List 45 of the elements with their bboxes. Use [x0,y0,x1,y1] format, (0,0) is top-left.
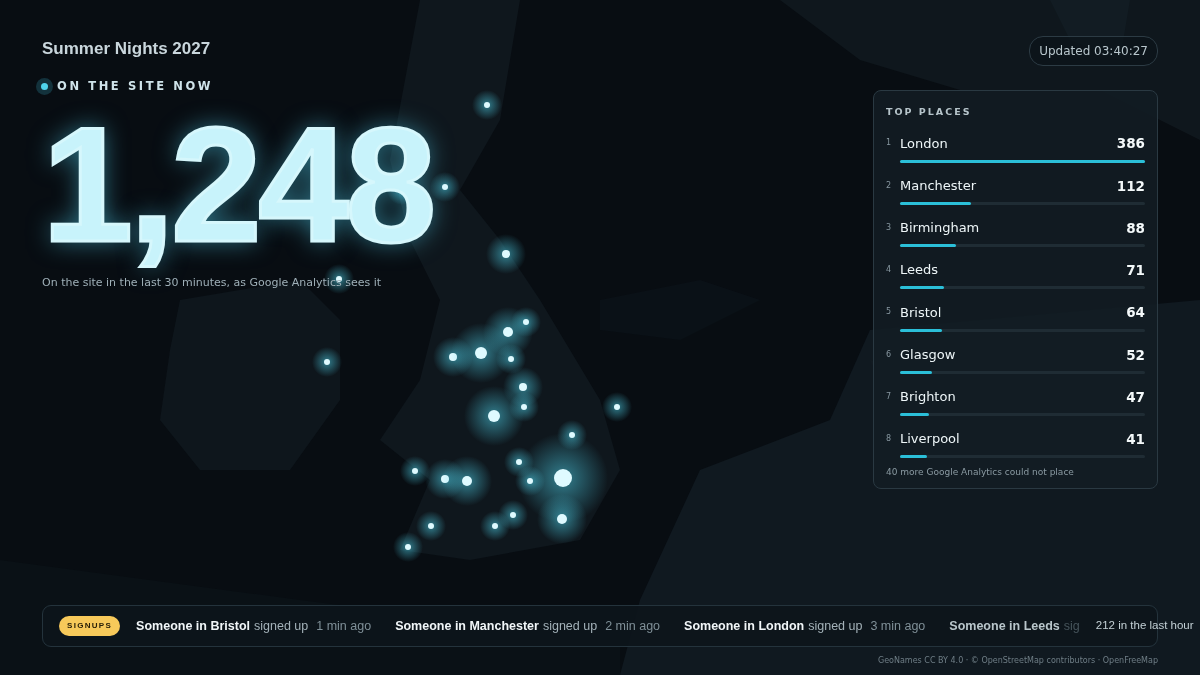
rank-number: 8 [886,433,893,446]
rank-number: 3 [886,221,893,234]
live-label: ON THE SITE NOW [57,77,214,95]
hourly-total: 212 in the last hour [1095,618,1194,634]
place-name: London [900,134,949,153]
place-name: Brighton [900,388,957,407]
signup-action: signed up [254,617,309,635]
place-count: 112 [1116,176,1145,196]
place-count: 52 [1126,345,1145,365]
signup-place: Someone in Manchester [395,617,539,635]
visitor-count: 1,248 [42,102,433,267]
rank-number: 2 [886,179,893,192]
signup-action: sig [1063,617,1080,635]
place-count: 88 [1126,218,1145,238]
signup-time: 3 min ago [870,617,926,635]
rank-number: 1 [886,137,893,150]
signup-action: signed up [542,617,598,635]
place-name: Birmingham [900,219,981,238]
place-name: Liverpool [900,430,961,449]
place-count: 64 [1126,303,1145,323]
rank-number: 6 [886,348,893,361]
signup-time: 1 min ago [316,617,372,635]
updated-time: Updated 03:40:27 [1029,36,1158,66]
rank-number: 5 [886,306,893,319]
place-count: 71 [1126,261,1145,280]
place-count: 41 [1126,430,1145,449]
place-name: Glasgow [900,345,957,364]
rank-number: 4 [886,264,893,277]
count-caption: On the site in the last 30 minutes, as Google Analytics sees it [42,274,383,291]
place-count: 386 [1116,134,1145,154]
panel-footnote: 40 more Google Analytics could not place [886,466,1075,480]
signups-badge: SIGNUPS [59,616,121,636]
signup-place: Someone in Leeds [949,617,1060,635]
panel-title: TOP PLACES [886,105,973,119]
signup-time: 2 min ago [605,617,661,635]
signup-place: Someone in London [684,617,805,635]
place-name: Leeds [900,261,940,280]
signup-place: Someone in Bristol [136,617,250,635]
rank-number: 7 [886,390,893,403]
signup-action: signed up [808,617,863,635]
dashboard-title: Summer Nights 2027 [42,38,212,60]
map-attribution: GeoNames CC BY 4.0 · © OpenStreetMap contributors · OpenFreeMap [877,655,1158,667]
place-name: Bristol [900,303,943,322]
place-name: Manchester [900,176,978,195]
place-count: 47 [1126,387,1145,407]
